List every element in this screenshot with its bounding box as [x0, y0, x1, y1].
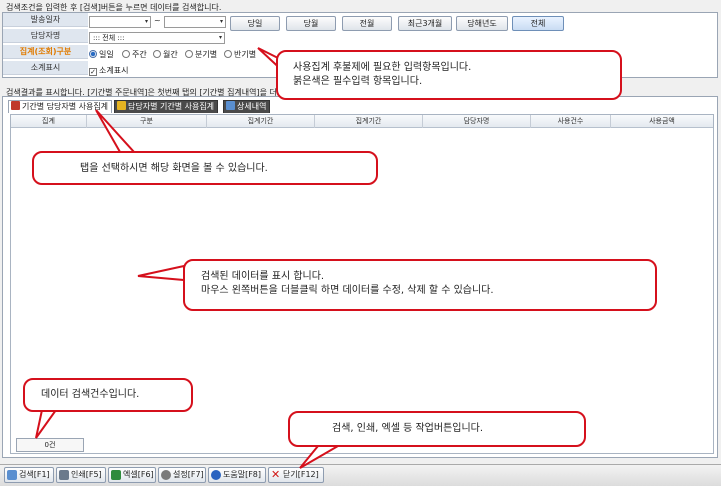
radio-label: 분기별 [195, 50, 218, 59]
help-button-label: 도움말[F8] [223, 470, 262, 479]
print-button-label: 인쇄[F5] [71, 470, 102, 479]
callout-text: 검색된 데이터를 표시 합니다. [201, 271, 325, 282]
tab-manager-period-summary[interactable]: 담당자별 기간별 사용집계 [114, 100, 219, 113]
column-header[interactable]: 사용금액 [611, 115, 713, 128]
date-label: 발송일자 [3, 13, 88, 27]
callout-count: 데이터 검색건수입니다. [23, 378, 193, 412]
radio-dot-icon [224, 50, 232, 58]
print-button[interactable]: 인쇄[F5] [56, 467, 106, 483]
radio-label: 월간 [163, 50, 178, 59]
period-all-button[interactable]: 전체 [512, 16, 564, 31]
column-header[interactable]: 집계기간 [207, 115, 315, 128]
radio-label: 일일 [99, 50, 114, 59]
help-icon [211, 470, 221, 480]
manager-select-value: ::: 전체 ::: [93, 34, 125, 42]
excel-icon [111, 470, 121, 480]
radio-dot-icon [153, 50, 161, 58]
callout-text: 사용집계 후불제에 필요한 입력항목입니다. [293, 62, 472, 73]
date-to-select[interactable]: ▾ [164, 16, 226, 28]
radio-dot-icon [122, 50, 130, 58]
check-icon: ✓ [89, 68, 97, 76]
column-header[interactable]: 집계기간 [315, 115, 423, 128]
period-3months-button[interactable]: 최근3개월 [398, 16, 452, 31]
callout-text: 마우스 왼쪽버튼을 더블클릭 하면 데이터를 수정, 삭제 할 수 있습니다. [201, 285, 494, 296]
group-radio-quarterly[interactable]: 분기별 [185, 49, 217, 61]
date-separator: ~ [154, 16, 161, 25]
search-button[interactable]: 검색[F1] [4, 467, 54, 483]
calendar-icon [11, 101, 20, 110]
close-button[interactable]: ✕ 닫기[F12] [268, 467, 324, 483]
settings-button-label: 설정[F7] [173, 470, 204, 479]
group-radio-half[interactable]: 반기별 [224, 49, 256, 61]
search-button-label: 검색[F1] [19, 470, 50, 479]
date-from-select[interactable]: ▾ [89, 16, 151, 28]
callout-text: 붉은색은 필수입력 항목입니다. [293, 76, 423, 87]
result-count: 0건 [16, 438, 84, 452]
manager-label: 담당자명 [3, 29, 88, 43]
subtotal-checkbox[interactable]: ✓ 소계표시 [89, 65, 128, 76]
column-header[interactable]: 구분 [87, 115, 207, 128]
radio-label: 주간 [132, 50, 147, 59]
period-last-month-button[interactable]: 전월 [342, 16, 392, 31]
callout-tabs: 탭을 선택하시면 해당 화면을 볼 수 있습니다. [32, 151, 378, 185]
group-label: 집계(조회)구분 [3, 45, 88, 59]
tab-details[interactable]: 상세내역 [223, 100, 271, 113]
manager-select[interactable]: ::: 전체 ::: ▾ [89, 32, 225, 44]
settings-button[interactable]: 설정[F7] [158, 467, 206, 483]
document-icon [226, 101, 235, 110]
period-this-month-button[interactable]: 당월 [286, 16, 336, 31]
column-header[interactable]: 집계 [11, 115, 87, 128]
help-button[interactable]: 도움말[F8] [208, 467, 266, 483]
close-icon: ✕ [271, 468, 281, 481]
excel-button[interactable]: 엑셀[F6] [108, 467, 156, 483]
close-button-label: 닫기[F12] [283, 470, 319, 479]
settings-icon [161, 470, 171, 480]
tab-period-manager-summary[interactable]: 기간별 담당자별 사용집계 [8, 100, 113, 113]
callout-grid: 검색된 데이터를 표시 합니다. 마우스 왼쪽버튼을 더블클릭 하면 데이터를 … [183, 259, 657, 311]
period-this-year-button[interactable]: 당해년도 [456, 16, 508, 31]
subtotal-checkbox-label: 소계표시 [99, 66, 129, 75]
column-header[interactable]: 사용건수 [531, 115, 611, 128]
grid-header: 집계 구분 집계기간 집계기간 담당자명 사용건수 사용금액 [11, 115, 713, 128]
subtotal-label: 소계표시 [3, 61, 88, 75]
period-today-button[interactable]: 당일 [230, 16, 280, 31]
users-icon [117, 101, 126, 110]
group-radio-monthly[interactable]: 월간 [153, 49, 178, 61]
tab-label: 담당자별 기간별 사용집계 [128, 102, 215, 111]
radio-label: 반기별 [234, 50, 257, 59]
radio-dot-icon [89, 50, 97, 58]
group-radio-daily[interactable]: 일일 [89, 49, 114, 61]
excel-button-label: 엑셀[F6] [123, 470, 154, 479]
radio-dot-icon [185, 50, 193, 58]
callout-search-fields: 사용집계 후불제에 필요한 입력항목입니다. 붉은색은 필수입력 항목입니다. [276, 50, 622, 100]
tab-label: 상세내역 [237, 102, 267, 111]
tab-label: 기간별 담당자별 사용집계 [22, 102, 109, 111]
group-radio-weekly[interactable]: 주간 [122, 49, 147, 61]
callout-toolbar: 검색, 인쇄, 엑셀 등 작업버튼입니다. [288, 411, 586, 447]
print-icon [59, 470, 69, 480]
column-header[interactable]: 담당자명 [423, 115, 531, 128]
search-icon [7, 470, 17, 480]
